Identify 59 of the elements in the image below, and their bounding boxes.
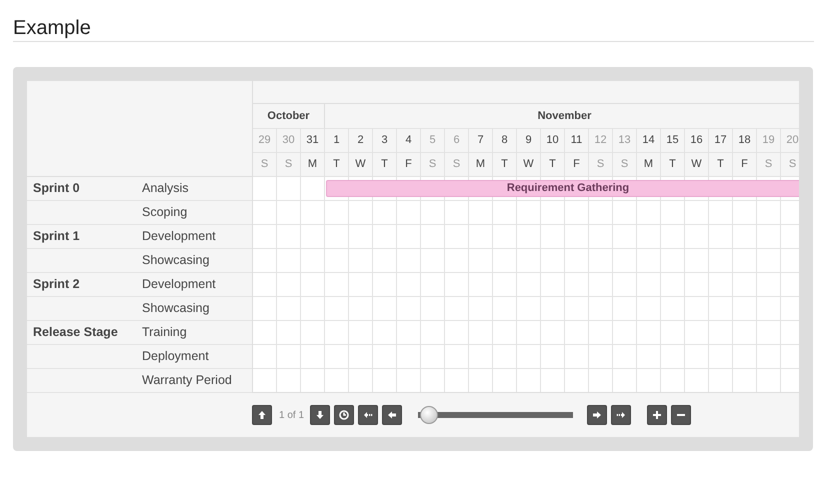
month-label: November <box>325 104 799 129</box>
date-label: 17 <box>709 129 733 153</box>
date-label: 2 <box>349 129 373 153</box>
group-label: Release Stage <box>33 325 118 340</box>
date-label: 5 <box>421 129 445 153</box>
slider-thumb[interactable] <box>420 406 438 424</box>
date-label: 11 <box>565 129 589 153</box>
group-label: Sprint 0 <box>33 181 80 196</box>
date-label: 18 <box>733 129 757 153</box>
task-label: Analysis <box>142 180 189 198</box>
date-label: 3 <box>373 129 397 153</box>
group-label: Sprint 1 <box>33 229 80 244</box>
scroll-up-icon <box>257 410 267 420</box>
date-label: 14 <box>637 129 661 153</box>
clock-button[interactable] <box>334 405 354 425</box>
next-button[interactable] <box>587 405 608 425</box>
date-label: 30 <box>277 129 301 153</box>
zoom-in-button[interactable] <box>647 405 668 425</box>
task-label: Training <box>142 324 187 342</box>
zoom-out-button[interactable] <box>671 405 692 425</box>
date-label: 7 <box>469 129 493 153</box>
task-label: Scoping <box>142 204 188 222</box>
date-label: 16 <box>685 129 709 153</box>
clock-icon <box>339 410 350 420</box>
task-label: Showcasing <box>142 300 210 318</box>
next-icon <box>592 410 602 420</box>
task-label: Deployment <box>142 348 209 366</box>
date-label: 29 <box>253 129 277 153</box>
date-label: 31 <box>301 129 325 153</box>
month-label: October <box>253 104 325 129</box>
page-indicator: 1 of 1 <box>279 408 304 422</box>
date-label: 19 <box>757 129 781 153</box>
task-label: Warranty Period <box>142 372 232 390</box>
task-label: Development <box>142 276 216 294</box>
date-label: 15 <box>661 129 685 153</box>
task-label: Development <box>142 228 216 246</box>
last-button[interactable] <box>611 405 632 425</box>
scroll-down-icon <box>315 410 326 420</box>
first-button[interactable] <box>358 405 378 425</box>
date-label: 20 <box>781 129 799 153</box>
scroll-down-button[interactable] <box>310 405 330 425</box>
date-label: 10 <box>541 129 565 153</box>
task-bar: Requirement Gathering <box>326 180 799 197</box>
zoom-in-icon <box>652 410 662 420</box>
page-title: Example <box>13 16 814 42</box>
task-label: Showcasing <box>142 252 210 270</box>
previous-icon <box>387 410 398 420</box>
previous-button[interactable] <box>382 405 402 425</box>
date-label: 8 <box>493 129 517 153</box>
scroll-up-button[interactable] <box>252 405 272 425</box>
date-label: 6 <box>445 129 469 153</box>
first-icon <box>363 410 374 420</box>
date-label: 4 <box>397 129 421 153</box>
last-icon <box>616 410 626 420</box>
date-label: 12 <box>589 129 613 153</box>
date-label: 1 <box>325 129 349 153</box>
date-label: 13 <box>613 129 637 153</box>
date-label: 9 <box>517 129 541 153</box>
group-label: Sprint 2 <box>33 277 80 292</box>
